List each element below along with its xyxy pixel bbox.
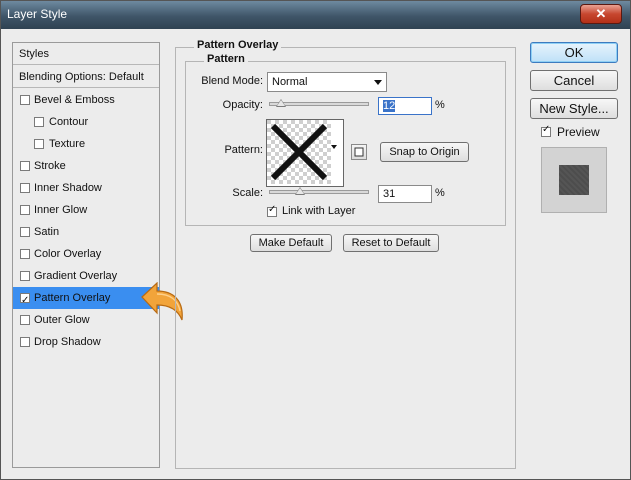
blending-options-label: Blending Options: Default bbox=[19, 71, 144, 83]
ok-button[interactable]: OK bbox=[530, 42, 618, 63]
blend-mode-label: Blend Mode: bbox=[201, 75, 263, 87]
style-checkbox-drop-shadow[interactable] bbox=[20, 337, 30, 347]
style-item-bevel-and-emboss[interactable]: Bevel & Emboss bbox=[13, 89, 159, 111]
style-item-label: Color Overlay bbox=[34, 248, 102, 260]
close-icon: ✕ bbox=[595, 6, 607, 21]
make-default-button[interactable]: Make Default bbox=[250, 234, 332, 252]
style-item-inner-shadow[interactable]: Inner Shadow bbox=[13, 177, 159, 199]
style-item-label: Gradient Overlay bbox=[34, 270, 118, 282]
cancel-label: Cancel bbox=[553, 73, 595, 88]
link-with-layer-checkbox[interactable] bbox=[267, 204, 277, 217]
style-item-contour[interactable]: Contour bbox=[13, 111, 159, 133]
preview-checkbox[interactable] bbox=[541, 124, 551, 137]
reset-to-default-button[interactable]: Reset to Default bbox=[343, 234, 439, 252]
styles-list: Styles Blending Options: Default Bevel &… bbox=[12, 42, 160, 468]
style-item-outer-glow[interactable]: Outer Glow bbox=[13, 309, 159, 331]
opacity-value: 12 bbox=[383, 100, 396, 112]
title-bar[interactable]: Layer Style ✕ bbox=[1, 1, 630, 29]
style-item-label: Inner Shadow bbox=[34, 182, 102, 194]
opacity-label: Opacity: bbox=[222, 99, 263, 111]
pattern-label: Pattern: bbox=[224, 144, 263, 156]
pattern-options-icon bbox=[354, 147, 364, 157]
style-item-satin[interactable]: Satin bbox=[13, 221, 159, 243]
new-style-label: New Style... bbox=[539, 101, 609, 116]
style-checkbox-bevel-and-emboss[interactable] bbox=[20, 95, 30, 105]
opacity-slider-thumb[interactable] bbox=[276, 99, 286, 107]
preview-label: Preview bbox=[557, 125, 600, 139]
pattern-subgroup-title: Pattern bbox=[204, 53, 248, 65]
style-item-drop-shadow[interactable]: Drop Shadow bbox=[13, 331, 159, 353]
scale-input[interactable]: 31 bbox=[378, 185, 432, 203]
style-checkbox-contour[interactable] bbox=[34, 117, 44, 127]
style-item-gradient-overlay[interactable]: Gradient Overlay bbox=[13, 265, 159, 287]
style-item-label: Texture bbox=[49, 138, 86, 150]
pattern-overlay-title: Pattern Overlay bbox=[194, 39, 282, 51]
opacity-input[interactable]: 12 bbox=[378, 97, 432, 115]
pattern-options-button[interactable] bbox=[351, 144, 367, 160]
style-checkbox-outer-glow[interactable] bbox=[20, 315, 30, 325]
style-item-label: Stroke bbox=[34, 160, 66, 172]
style-checkbox-texture[interactable] bbox=[34, 139, 44, 149]
style-item-label: Contour bbox=[49, 116, 89, 128]
scale-slider-thumb[interactable] bbox=[295, 187, 305, 195]
scale-label: Scale: bbox=[232, 187, 263, 199]
style-checkbox-gradient-overlay[interactable] bbox=[20, 271, 30, 281]
dropdown-caret-icon bbox=[374, 80, 382, 85]
style-item-stroke[interactable]: Stroke bbox=[13, 155, 159, 177]
opacity-unit: % bbox=[435, 99, 445, 111]
make-default-label: Make Default bbox=[258, 237, 324, 249]
link-with-layer-label: Link with Layer bbox=[282, 205, 356, 217]
snap-to-origin-label: Snap to Origin bbox=[389, 146, 460, 158]
close-button[interactable]: ✕ bbox=[580, 4, 622, 24]
pattern-picker[interactable] bbox=[266, 119, 344, 187]
blending-options-item[interactable]: Blending Options: Default bbox=[13, 66, 159, 88]
styles-header[interactable]: Styles bbox=[13, 43, 159, 65]
pattern-thumbnail bbox=[267, 120, 331, 184]
style-preview bbox=[541, 147, 607, 213]
preview-swatch bbox=[559, 165, 589, 195]
style-checkbox-stroke[interactable] bbox=[20, 161, 30, 171]
reset-to-default-label: Reset to Default bbox=[351, 237, 431, 249]
style-item-inner-glow[interactable]: Inner Glow bbox=[13, 199, 159, 221]
style-checkbox-pattern-overlay[interactable] bbox=[20, 290, 30, 312]
layer-style-dialog: Layer Style ✕ Styles Blending Options: D… bbox=[0, 0, 631, 480]
style-checkbox-inner-shadow[interactable] bbox=[20, 183, 30, 193]
snap-to-origin-button[interactable]: Snap to Origin bbox=[380, 142, 469, 162]
dialog-body: Styles Blending Options: Default Bevel &… bbox=[1, 29, 630, 479]
style-item-texture[interactable]: Texture bbox=[13, 133, 159, 155]
style-item-label: Drop Shadow bbox=[34, 336, 101, 348]
style-item-pattern-overlay[interactable]: Pattern Overlay bbox=[13, 287, 159, 312]
blend-mode-value: Normal bbox=[272, 76, 308, 88]
blend-mode-dropdown[interactable]: Normal bbox=[267, 72, 387, 92]
style-item-label: Outer Glow bbox=[34, 314, 90, 326]
style-checkbox-inner-glow[interactable] bbox=[20, 205, 30, 215]
style-item-label: Satin bbox=[34, 226, 60, 238]
ok-label: OK bbox=[564, 45, 584, 60]
new-style-button[interactable]: New Style... bbox=[530, 98, 618, 119]
scale-slider[interactable] bbox=[269, 190, 369, 194]
style-checkbox-satin[interactable] bbox=[20, 227, 30, 237]
style-item-label: Pattern Overlay bbox=[34, 292, 111, 304]
window-title: Layer Style bbox=[7, 7, 68, 21]
style-checkbox-color-overlay[interactable] bbox=[20, 249, 30, 259]
cancel-button[interactable]: Cancel bbox=[530, 70, 618, 91]
scale-value: 31 bbox=[383, 188, 396, 200]
style-item-label: Bevel & Emboss bbox=[34, 94, 115, 106]
scale-unit: % bbox=[435, 187, 445, 199]
style-item-color-overlay[interactable]: Color Overlay bbox=[13, 243, 159, 265]
style-item-label: Inner Glow bbox=[34, 204, 88, 216]
pattern-dropdown-caret-icon[interactable] bbox=[331, 145, 337, 149]
styles-header-label: Styles bbox=[19, 48, 49, 60]
